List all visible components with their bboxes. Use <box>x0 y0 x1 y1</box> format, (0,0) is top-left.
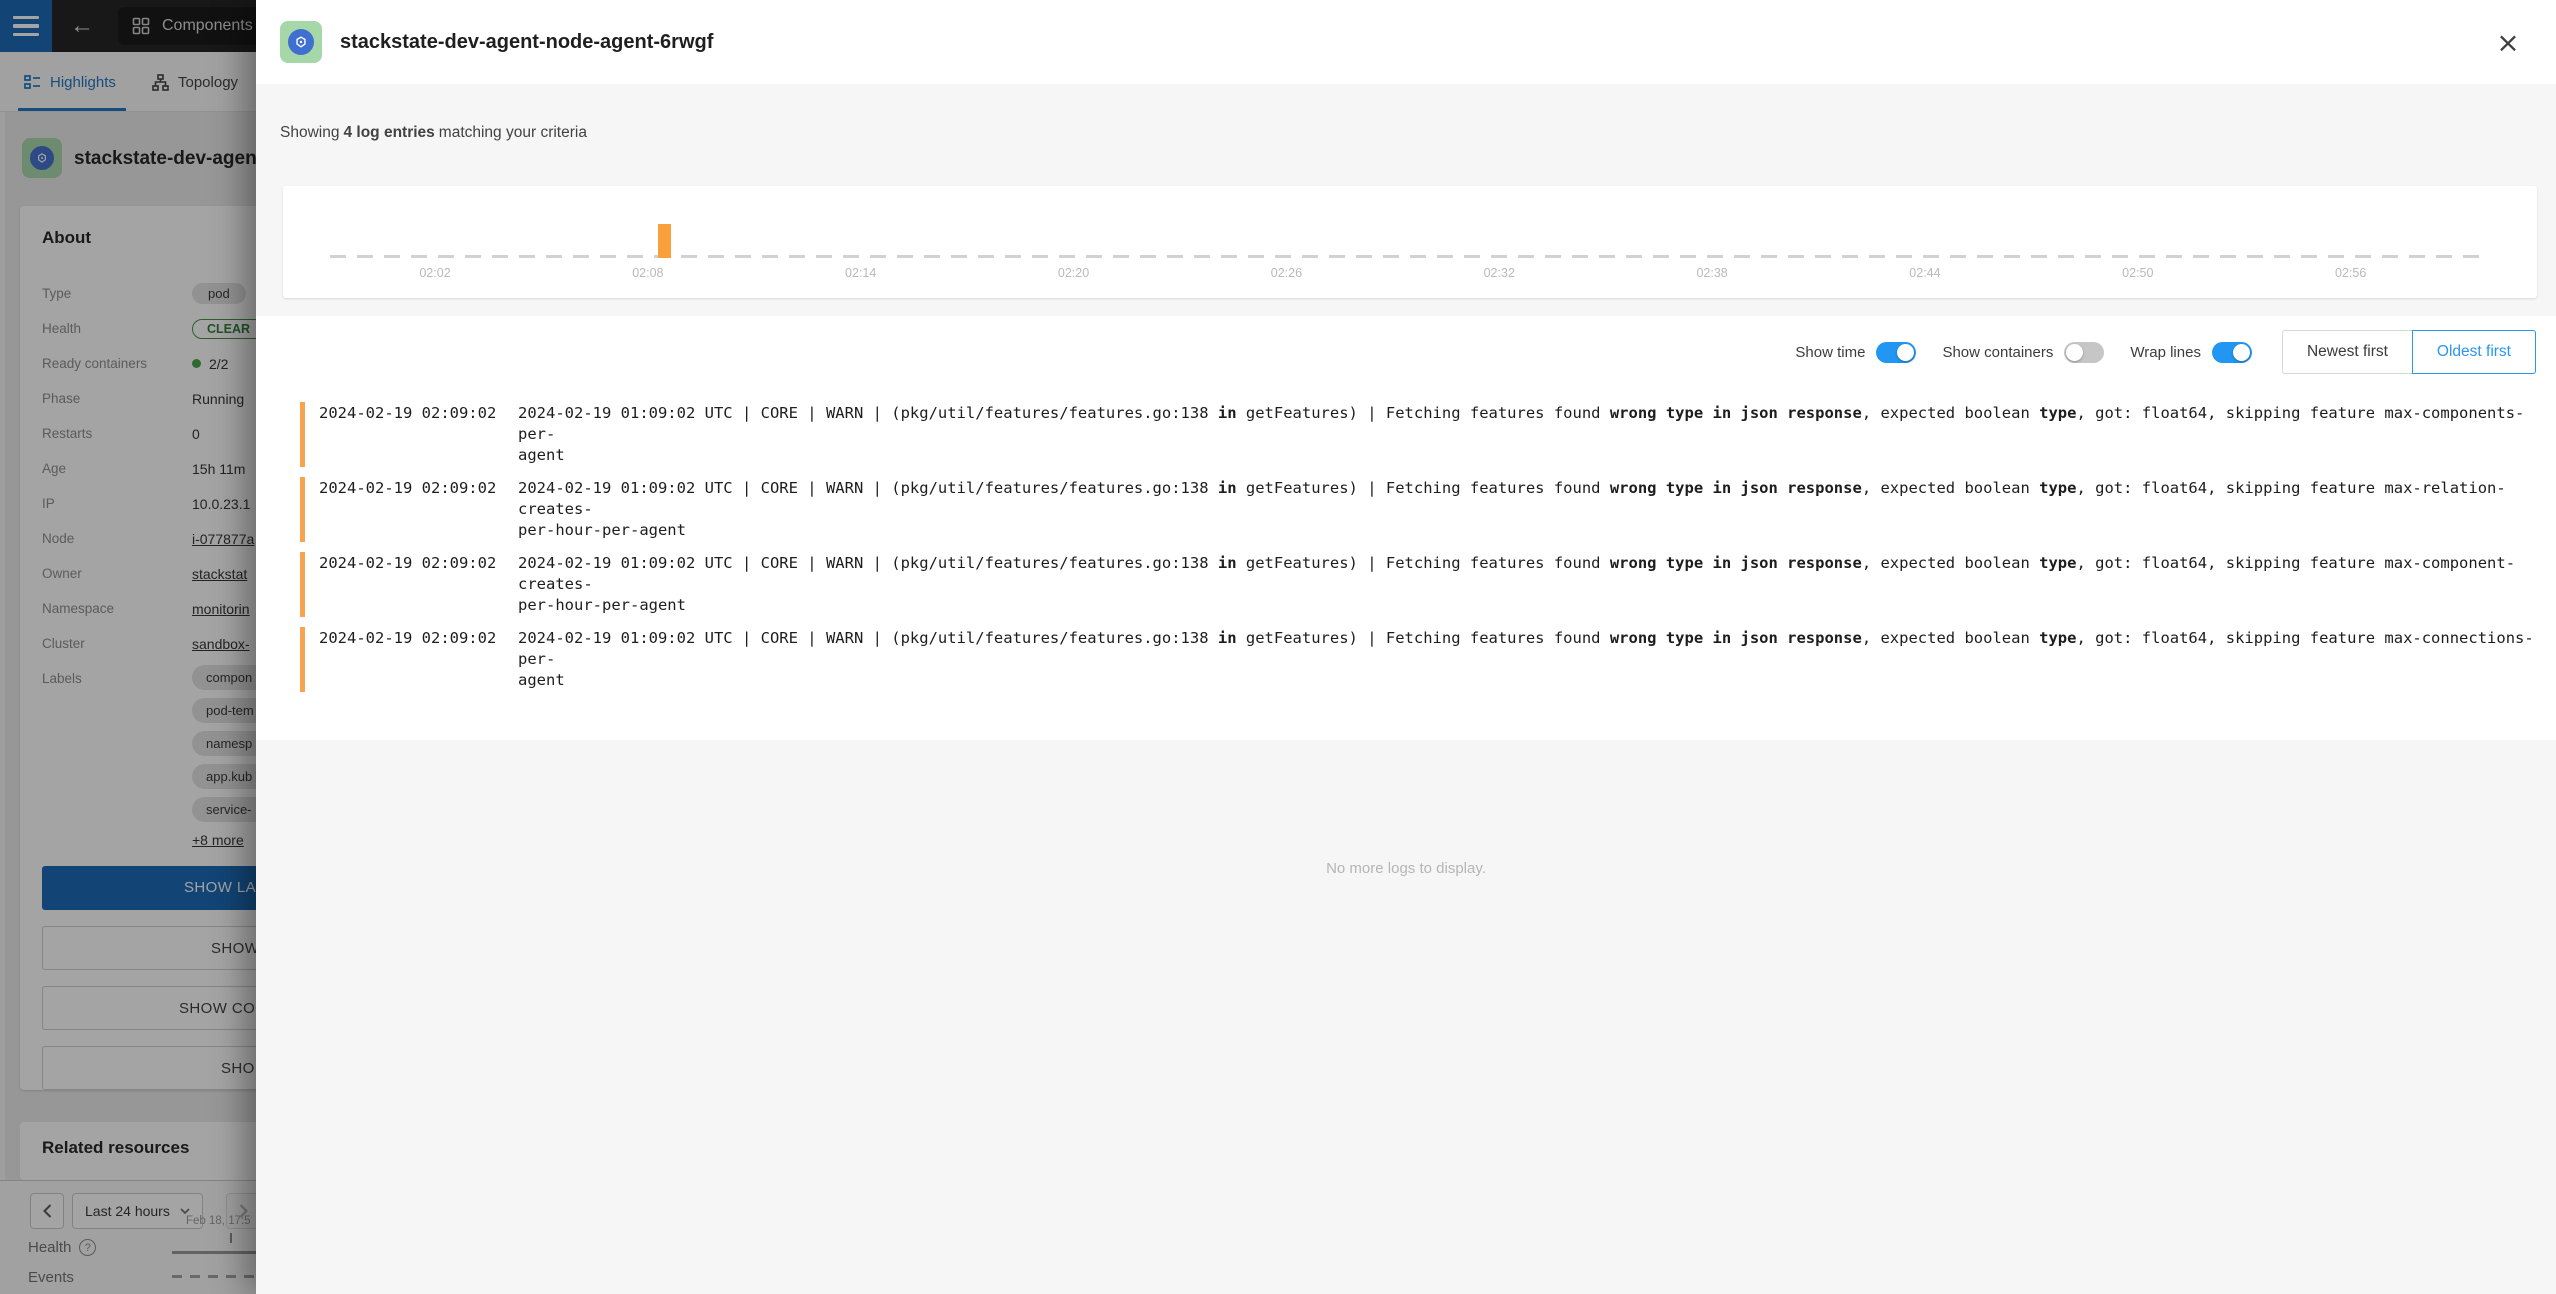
log-line: 2024-02-19 01:09:02 UTC | CORE | WARN | … <box>518 553 2536 595</box>
no-more-logs-note: No more logs to display. <box>256 860 2556 877</box>
toggle-show-containers[interactable]: Show containers <box>1942 342 2104 363</box>
controls-band: Showing 4 log entries matching your crit… <box>256 84 2556 182</box>
log-message: 2024-02-19 01:09:02 UTC | CORE | WARN | … <box>518 628 2536 691</box>
summary-prefix: Showing <box>280 124 339 142</box>
log-timestamp: 2024-02-19 02:09:02 <box>319 628 497 691</box>
timeline-tick-label: 02:08 <box>632 266 663 280</box>
log-line-wrapped: per-hour-per-agent <box>518 595 2536 616</box>
timeline-log-bar <box>658 224 671 258</box>
oldest-first-button[interactable]: Oldest first <box>2412 330 2536 374</box>
newest-first-button[interactable]: Newest first <box>2282 330 2412 374</box>
timeline-tick-label: 02:38 <box>1696 266 1727 280</box>
log-timestamp: 2024-02-19 02:09:02 <box>319 403 497 466</box>
timeline-tick-label: 02:20 <box>1058 266 1089 280</box>
log-timestamp: 2024-02-19 02:09:02 <box>319 478 497 541</box>
modal-title: stackstate-dev-agent-node-agent-6rwgf <box>340 0 713 84</box>
toggle-knob <box>2233 344 2250 361</box>
summary-suffix: matching your criteria <box>439 124 587 142</box>
log-line: 2024-02-19 01:09:02 UTC | CORE | WARN | … <box>518 628 2536 670</box>
logs-panel: Show time Show containers Wrap lines Newes… <box>256 316 2556 740</box>
toggle-knob <box>2066 344 2083 361</box>
modal-header: stackstate-dev-agent-node-agent-6rwgf × <box>256 0 2556 84</box>
log-line-wrapped: per-hour-per-agent <box>518 520 2536 541</box>
log-timeline-chart[interactable]: 02:02 02:08 02:14 02:20 02:26 02:32 02:38 02:44… <box>283 186 2537 298</box>
toggle-switch[interactable] <box>2212 342 2252 363</box>
log-entry: 2024-02-19 02:09:02 2024-02-19 01:09:02 U… <box>300 477 2536 542</box>
timeline-baseline <box>330 255 2490 258</box>
log-line-wrapped: agent <box>518 445 2536 466</box>
toggle-wrap-lines[interactable]: Wrap lines <box>2130 342 2252 363</box>
toggle-switch[interactable] <box>1876 342 1916 363</box>
screen: ← Components Highlights Topology <box>0 0 2556 1294</box>
toggle-label: Wrap lines <box>2130 344 2201 361</box>
timeline-tick-label: 02:14 <box>845 266 876 280</box>
log-line-wrapped: agent <box>518 670 2536 691</box>
log-message: 2024-02-19 01:09:02 UTC | CORE | WARN | … <box>518 553 2536 616</box>
sort-order-buttons: Newest first Oldest first <box>2282 330 2536 374</box>
toggle-switch[interactable] <box>2064 342 2104 363</box>
timeline-tick-label: 02:56 <box>2335 266 2366 280</box>
summary-count: 4 log entries <box>343 124 434 142</box>
timeline-tick-label: 02:32 <box>1484 266 1515 280</box>
toggle-knob <box>1897 344 1914 361</box>
toggle-label: Show time <box>1795 344 1865 361</box>
log-entry: 2024-02-19 02:09:02 2024-02-19 01:09:02 U… <box>300 627 2536 692</box>
log-entries-list: 2024-02-19 02:09:02 2024-02-19 01:09:02 U… <box>300 402 2536 702</box>
log-line: 2024-02-19 01:09:02 UTC | CORE | WARN | … <box>518 478 2536 520</box>
log-display-controls: Show time Show containers Wrap lines Newes… <box>1795 330 2536 374</box>
log-viewer-modal: stackstate-dev-agent-node-agent-6rwgf × … <box>256 0 2556 1294</box>
log-message: 2024-02-19 01:09:02 UTC | CORE | WARN | … <box>518 478 2536 541</box>
timeline-tick-label: 02:26 <box>1271 266 1302 280</box>
timeline-tick-label: 02:44 <box>1909 266 1940 280</box>
close-icon[interactable]: × <box>2488 22 2528 62</box>
timeline-tick-label: 02:02 <box>419 266 450 280</box>
log-line: 2024-02-19 01:09:02 UTC | CORE | WARN | … <box>518 403 2536 445</box>
log-timestamp: 2024-02-19 02:09:02 <box>319 553 497 616</box>
log-message: 2024-02-19 01:09:02 UTC | CORE | WARN | … <box>518 403 2536 466</box>
pod-icon <box>280 21 322 63</box>
log-count-summary: Showing 4 log entries matching your crit… <box>280 84 587 182</box>
toggle-show-time[interactable]: Show time <box>1795 342 1916 363</box>
log-entry: 2024-02-19 02:09:02 2024-02-19 01:09:02 U… <box>300 402 2536 467</box>
log-entry: 2024-02-19 02:09:02 2024-02-19 01:09:02 U… <box>300 552 2536 617</box>
timeline-tick-label: 02:50 <box>2122 266 2153 280</box>
toggle-label: Show containers <box>1942 344 2053 361</box>
